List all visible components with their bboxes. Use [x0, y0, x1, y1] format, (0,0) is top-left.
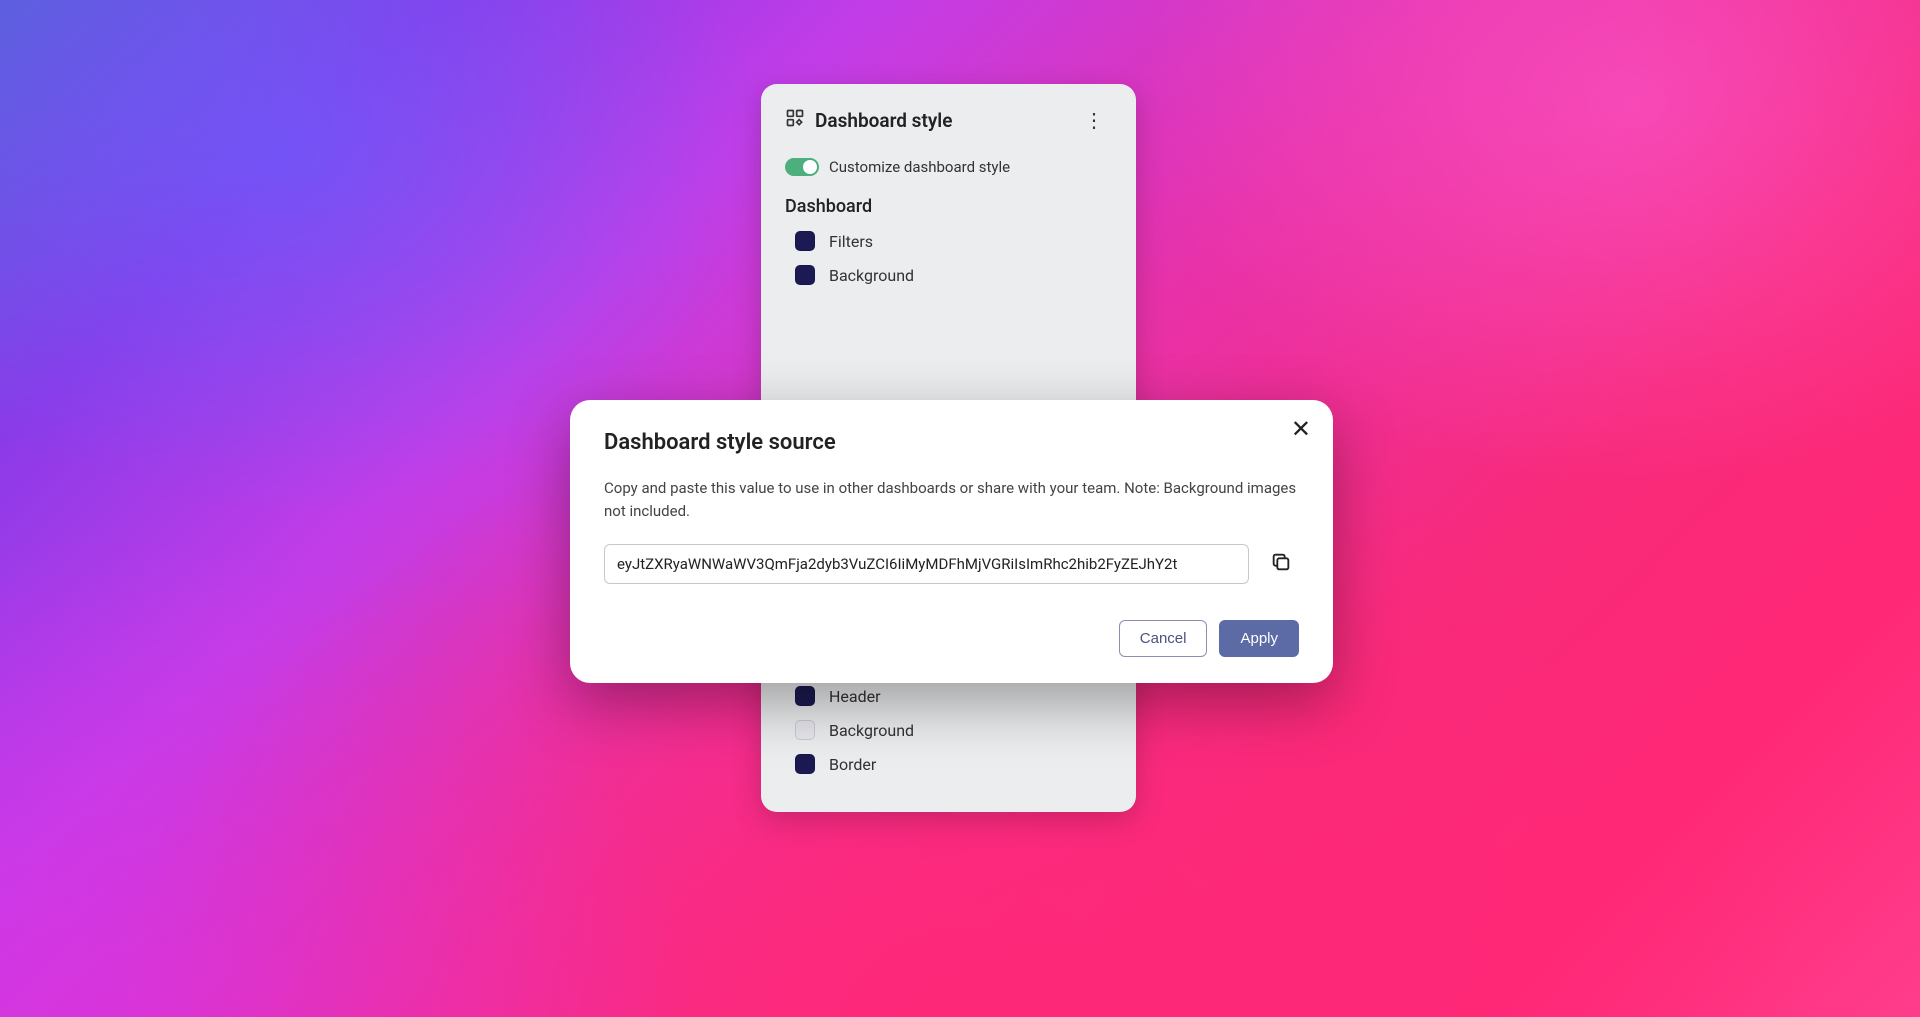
- close-button[interactable]: ✕: [1291, 418, 1311, 442]
- dashboard-icon: [785, 108, 805, 132]
- dashboard-background-label: Background: [829, 266, 914, 285]
- widget-header-swatch[interactable]: [795, 686, 815, 706]
- modal-actions: Cancel Apply: [604, 620, 1299, 657]
- modal-title: Dashboard style source: [604, 430, 1299, 455]
- customize-toggle[interactable]: [785, 158, 819, 176]
- copy-icon: [1270, 551, 1292, 576]
- cancel-button[interactable]: Cancel: [1119, 620, 1208, 657]
- color-row-filters[interactable]: Filters: [785, 231, 1112, 251]
- panel-header: Dashboard style ⋮: [785, 106, 1112, 134]
- customize-toggle-row: Customize dashboard style: [785, 158, 1112, 176]
- dashboard-background-swatch[interactable]: [795, 265, 815, 285]
- widget-border-label: Border: [829, 755, 876, 774]
- widget-border-swatch[interactable]: [795, 754, 815, 774]
- color-row-dashboard-background[interactable]: Background: [785, 265, 1112, 285]
- more-options-icon[interactable]: ⋮: [1076, 106, 1112, 134]
- widget-background-swatch[interactable]: [795, 720, 815, 740]
- code-input-row: [604, 544, 1299, 584]
- widget-background-label: Background: [829, 721, 914, 740]
- widget-header-label: Header: [829, 687, 881, 706]
- apply-button[interactable]: Apply: [1219, 620, 1299, 657]
- color-row-widget-border[interactable]: Border: [785, 754, 1112, 774]
- filters-label: Filters: [829, 232, 873, 251]
- color-row-widget-header[interactable]: Header: [785, 686, 1112, 706]
- section-title-dashboard: Dashboard: [785, 196, 1112, 217]
- style-source-input[interactable]: [604, 544, 1249, 584]
- color-row-widget-background[interactable]: Background: [785, 720, 1112, 740]
- panel-title: Dashboard style: [815, 109, 1066, 132]
- modal-description: Copy and paste this value to use in othe…: [604, 477, 1299, 524]
- copy-button[interactable]: [1263, 546, 1299, 582]
- customize-toggle-label: Customize dashboard style: [829, 158, 1010, 176]
- filters-swatch[interactable]: [795, 231, 815, 251]
- close-icon: ✕: [1291, 416, 1311, 443]
- dashboard-style-source-modal: ✕ Dashboard style source Copy and paste …: [570, 400, 1333, 683]
